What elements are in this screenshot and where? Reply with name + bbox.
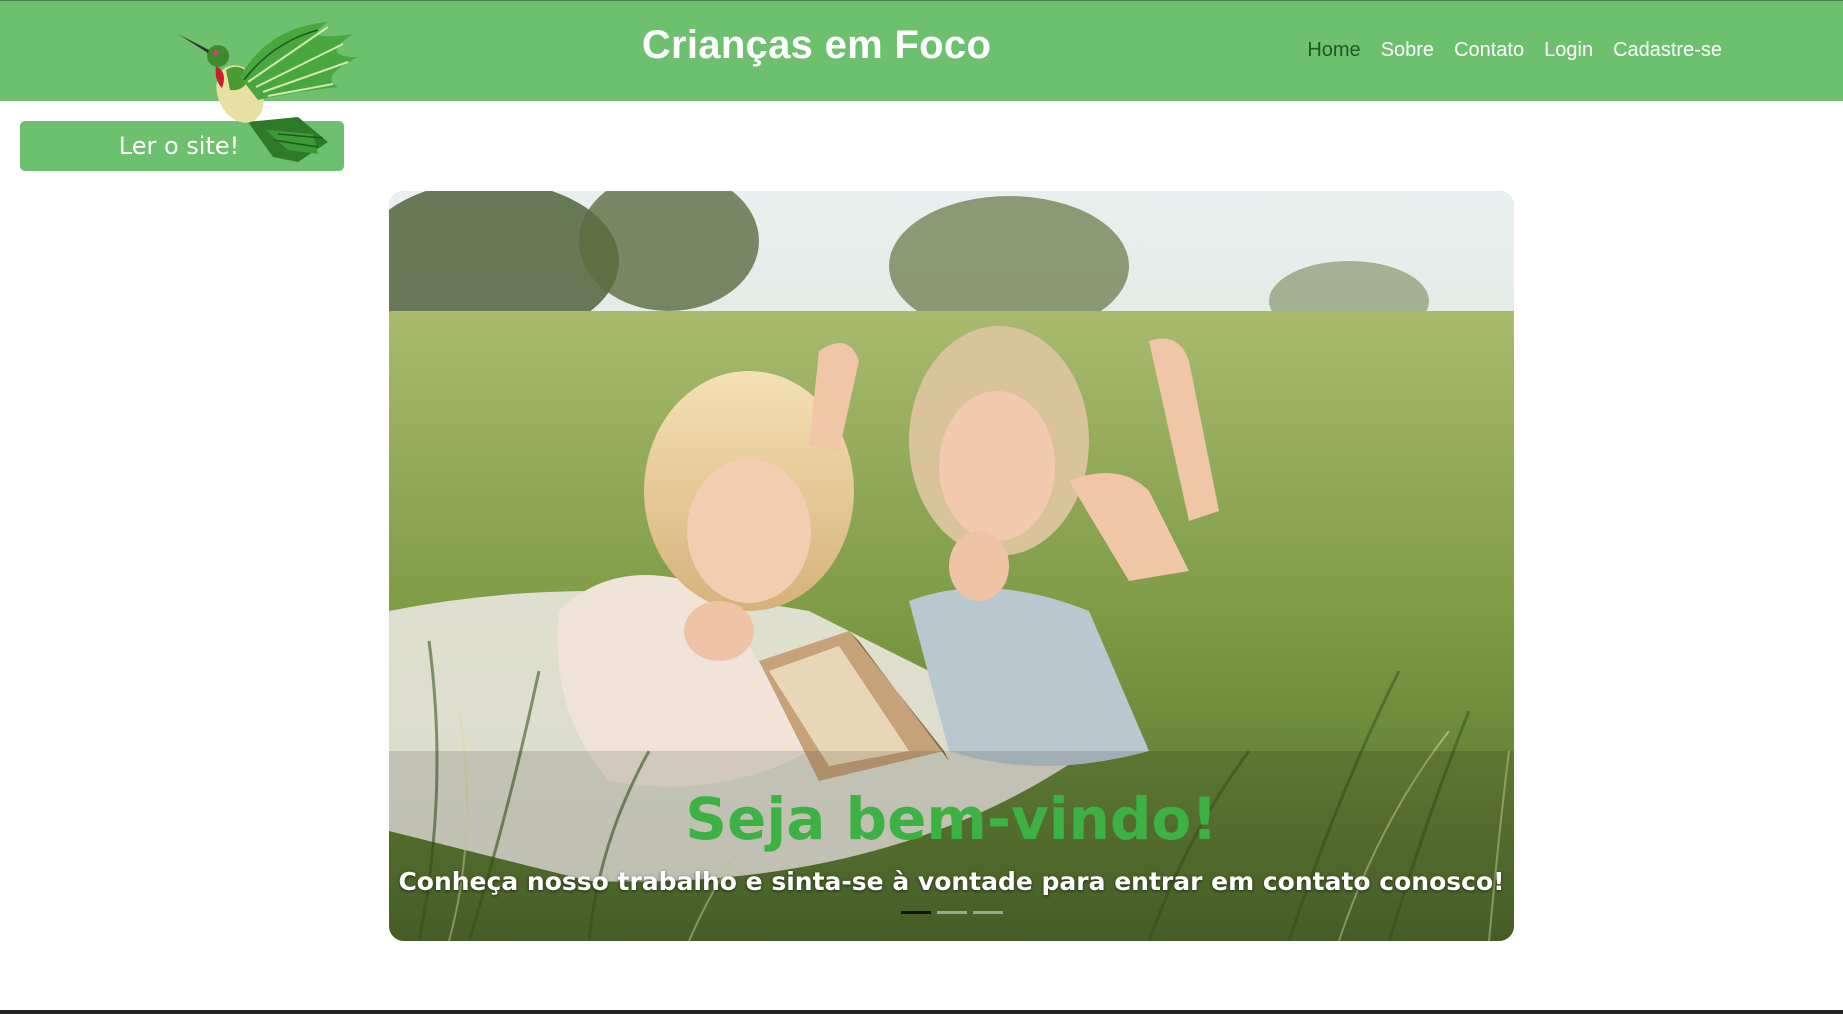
carousel-caption-title: Seja bem-vindo! <box>685 785 1218 853</box>
page-bottom-border <box>0 1010 1843 1014</box>
main-nav: Home Sobre Contato Login Cadastre-se <box>1307 39 1722 62</box>
nav-sobre-link[interactable]: Sobre <box>1381 39 1434 62</box>
carousel-indicator-1[interactable] <box>901 911 931 914</box>
carousel-indicator-2[interactable] <box>937 911 967 914</box>
nav-cadastre-link[interactable]: Cadastre-se <box>1613 39 1722 62</box>
nav-login-link[interactable]: Login <box>1544 39 1593 62</box>
carousel-caption-text: Conheça nosso trabalho e sinta-se à vont… <box>398 867 1505 896</box>
nav-contato-link[interactable]: Contato <box>1454 39 1524 62</box>
carousel-indicators <box>901 911 1003 914</box>
nav-home-link[interactable]: Home <box>1307 39 1360 62</box>
hummingbird-icon <box>178 22 358 162</box>
carousel-indicator-3[interactable] <box>973 911 1003 914</box>
